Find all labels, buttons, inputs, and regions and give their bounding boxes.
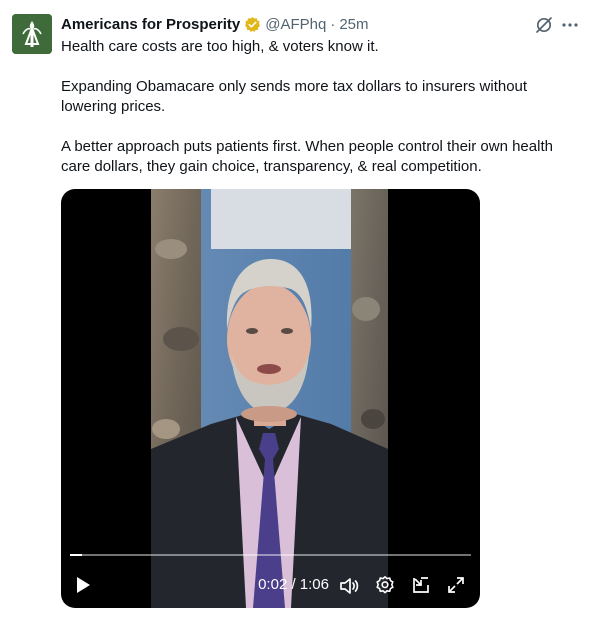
tweet-paragraph: A better approach puts patients first. W… — [61, 138, 553, 175]
picture-in-picture-icon — [413, 577, 429, 593]
tweet[interactable]: Americans for Prosperity @AFPhq · 25m He… — [0, 0, 592, 619]
volume-icon — [340, 578, 359, 594]
timestamp[interactable]: 25m — [339, 16, 368, 33]
grok-icon[interactable] — [535, 16, 553, 34]
volume-button[interactable] — [338, 575, 360, 597]
progress-bar[interactable] — [70, 554, 471, 556]
fullscreen-icon — [448, 577, 464, 593]
video-frame[interactable] — [151, 189, 388, 608]
author-handle[interactable]: @AFPhq — [265, 16, 326, 33]
settings-gear-icon — [376, 576, 394, 594]
time-readout: 0:02 / 1:06 — [258, 576, 329, 593]
fullscreen-button[interactable] — [446, 575, 466, 595]
settings-button[interactable] — [375, 575, 395, 595]
tweet-paragraph: Health care costs are too high, & voters… — [61, 38, 379, 55]
verified-badge-icon[interactable] — [244, 16, 261, 33]
picture-in-picture-button[interactable] — [411, 575, 431, 595]
video-player[interactable]: 0:02 / 1:06 — [61, 189, 480, 608]
play-button[interactable] — [73, 575, 93, 595]
tweet-paragraph: Expanding Obamacare only sends more tax … — [61, 78, 528, 115]
more-options-icon[interactable] — [561, 16, 579, 34]
header-separator: · — [330, 15, 336, 33]
avatar[interactable] — [12, 14, 52, 54]
progress-fill — [70, 554, 83, 556]
tweet-header: Americans for Prosperity @AFPhq · 25m — [61, 14, 369, 34]
play-icon — [77, 577, 90, 593]
tweet-text: Health care costs are too high, & voters… — [61, 37, 581, 177]
torch-logo-icon — [12, 14, 52, 54]
author-name[interactable]: Americans for Prosperity — [61, 16, 240, 33]
